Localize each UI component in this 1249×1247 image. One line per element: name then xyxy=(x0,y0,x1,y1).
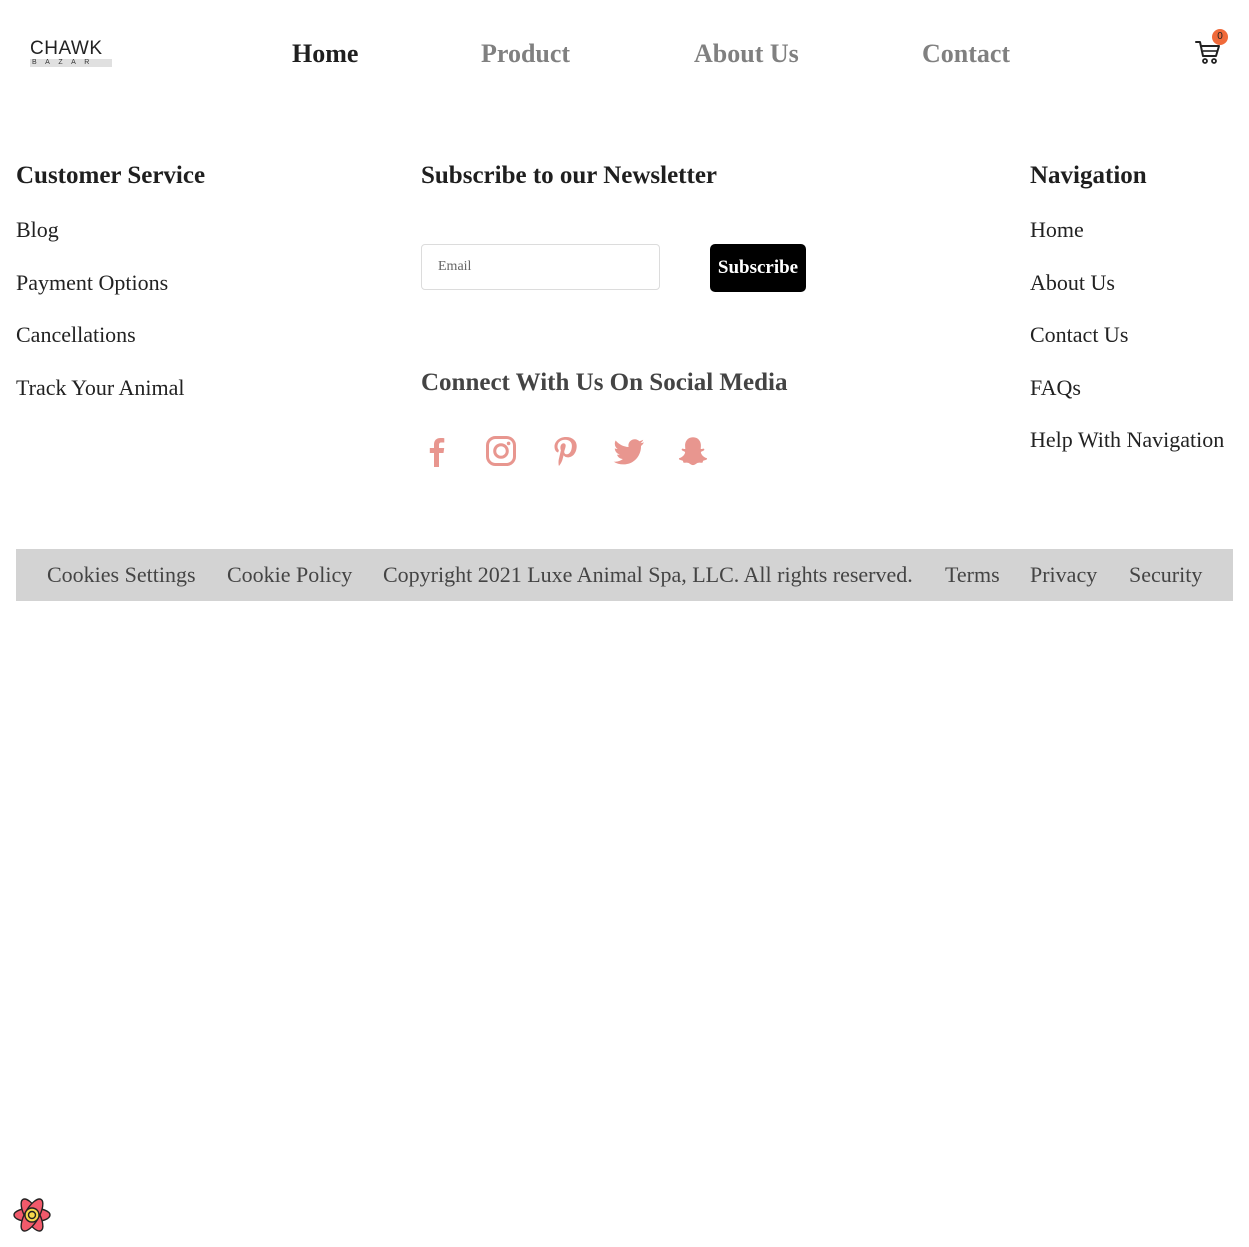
nav-about-us[interactable]: About Us xyxy=(694,38,799,70)
footer-link-contact-us[interactable]: Contact Us xyxy=(1030,322,1128,348)
link-payment-options[interactable]: Payment Options xyxy=(16,270,168,296)
email-input[interactable] xyxy=(421,244,660,290)
newsletter-title: Subscribe to our Newsletter xyxy=(421,162,718,189)
react-devtools-icon[interactable] xyxy=(11,1194,53,1236)
cart-button[interactable]: 0 xyxy=(1194,29,1228,66)
link-blog[interactable]: Blog xyxy=(16,217,59,243)
navigation-title: Navigation xyxy=(1030,162,1147,189)
footer-link-faqs[interactable]: FAQs xyxy=(1030,375,1081,401)
subscribe-button[interactable]: Subscribe xyxy=(710,244,806,292)
terms-link[interactable]: Terms xyxy=(945,562,1000,588)
twitter-icon[interactable] xyxy=(612,434,646,468)
snapchat-icon[interactable] xyxy=(676,434,710,468)
logo-sub-text: BAZAR xyxy=(30,59,112,67)
social-media-title: Connect With Us On Social Media xyxy=(421,369,788,396)
security-link[interactable]: Security xyxy=(1129,562,1202,588)
cookies-settings-link[interactable]: Cookies Settings xyxy=(47,562,196,588)
logo-main-text: CHAWK xyxy=(30,38,103,59)
facebook-icon[interactable] xyxy=(420,434,454,468)
nav-product[interactable]: Product xyxy=(481,38,570,70)
instagram-icon[interactable] xyxy=(484,434,518,468)
chawk-bazar-logo[interactable]: CHAWK BAZAR xyxy=(30,38,112,70)
link-track-your-animal[interactable]: Track Your Animal xyxy=(16,375,185,401)
footer-link-help-with-navigation[interactable]: Help With Navigation xyxy=(1030,427,1224,453)
customer-service-title: Customer Service xyxy=(16,162,206,189)
footer-link-home[interactable]: Home xyxy=(1030,217,1084,243)
site-header: CHAWK BAZAR Home Product About Us Contac… xyxy=(0,0,1249,110)
cookie-policy-link[interactable]: Cookie Policy xyxy=(227,562,352,588)
copyright-text: Copyright 2021 Luxe Animal Spa, LLC. All… xyxy=(383,562,913,587)
privacy-link[interactable]: Privacy xyxy=(1030,562,1097,588)
nav-home[interactable]: Home xyxy=(292,38,358,70)
footer-bar: Cookies Settings Cookie Policy Copyright… xyxy=(16,549,1233,601)
link-cancellations[interactable]: Cancellations xyxy=(16,322,136,348)
cart-count-badge: 0 xyxy=(1212,29,1228,45)
pinterest-icon[interactable] xyxy=(548,434,582,468)
footer-link-about-us[interactable]: About Us xyxy=(1030,270,1115,296)
nav-contact[interactable]: Contact xyxy=(922,38,1010,70)
